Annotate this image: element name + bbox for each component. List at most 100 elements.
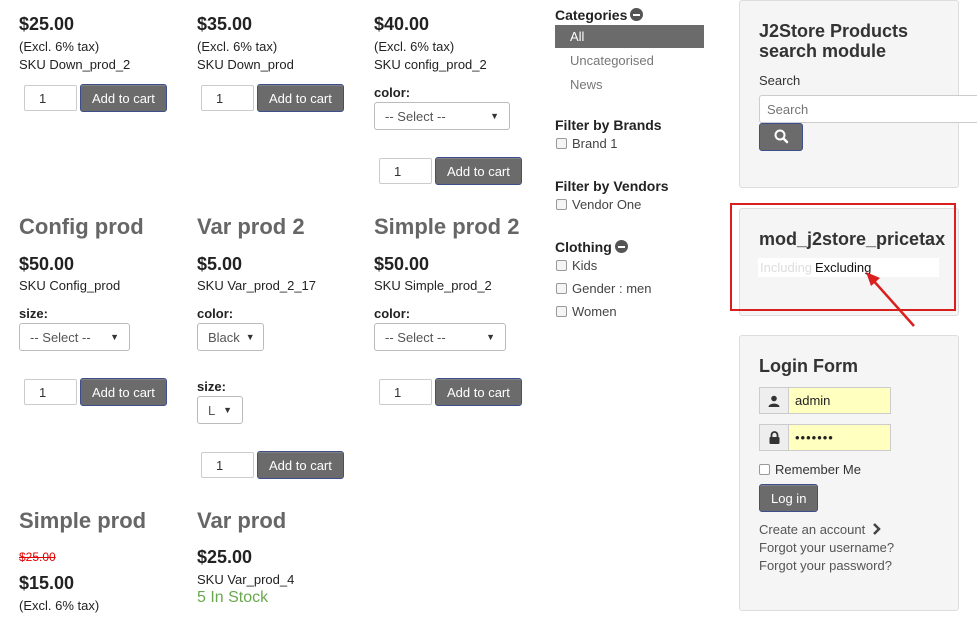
quantity-input[interactable]: [24, 85, 77, 111]
category-item-news[interactable]: News: [570, 77, 603, 92]
module-title: J2Store Products search module: [759, 21, 909, 61]
option-label: size:: [197, 379, 226, 394]
chevron-down-icon: ▼: [245, 332, 255, 342]
product-title[interactable]: Simple prod: [19, 508, 146, 534]
chevron-right-icon: [872, 523, 881, 535]
select-value: Black: [208, 329, 240, 345]
search-button[interactable]: [759, 123, 803, 151]
highlight-box: [730, 203, 956, 311]
select-value: -- Select --: [385, 108, 446, 124]
color-select[interactable]: -- Select -- ▼: [374, 102, 510, 130]
product-title[interactable]: Var prod 2: [197, 214, 305, 240]
stock-status: 5 In Stock: [197, 589, 269, 606]
add-to-cart-button[interactable]: Add to cart: [435, 378, 522, 406]
select-value: -- Select --: [30, 329, 91, 345]
forgot-password-link[interactable]: Forgot your password?: [759, 558, 892, 573]
search-input[interactable]: [759, 95, 977, 123]
quantity-input[interactable]: [24, 379, 77, 405]
clothing-label: Women: [572, 304, 617, 319]
product-price: $15.00: [19, 573, 75, 593]
chevron-down-icon: ▼: [486, 332, 495, 342]
vendor-filter[interactable]: Vendor One: [556, 197, 641, 212]
add-to-cart-button[interactable]: Add to cart: [80, 378, 167, 406]
color-select[interactable]: -- Select -- ▼: [374, 323, 506, 351]
product-sku: SKU Var_prod_4: [197, 572, 295, 587]
quantity-input[interactable]: [379, 158, 432, 184]
product-price: $40.00: [374, 14, 430, 34]
collapse-icon[interactable]: [630, 8, 644, 21]
product-price: $50.00: [19, 254, 75, 274]
login-button[interactable]: Log in: [759, 484, 819, 512]
remember-me[interactable]: Remember Me: [759, 462, 861, 477]
forgot-username-link[interactable]: Forgot your username?: [759, 540, 894, 555]
option-label: color:: [197, 306, 234, 321]
vendor-label: Vendor One: [572, 197, 642, 212]
brand-filter[interactable]: Brand 1: [556, 136, 618, 151]
tax-note: (Excl. 6% tax): [19, 598, 100, 613]
quantity-input[interactable]: [201, 85, 254, 111]
create-account-link[interactable]: Create an account: [759, 522, 882, 537]
add-to-cart-button[interactable]: Add to cart: [257, 84, 344, 112]
checkbox[interactable]: [556, 138, 567, 149]
product-sku: SKU Down_prod_2: [19, 57, 131, 72]
checkbox[interactable]: [556, 260, 567, 271]
lock-icon: [759, 424, 788, 451]
product-price: $25.00: [19, 14, 75, 34]
user-icon: [759, 387, 788, 414]
option-label: size:: [19, 306, 48, 321]
select-value: -- Select --: [385, 329, 446, 345]
remember-label: Remember Me: [775, 462, 861, 477]
category-item-uncategorised[interactable]: Uncategorised: [570, 53, 654, 68]
vendors-heading: Filter by Vendors: [555, 178, 669, 194]
tax-note: (Excl. 6% tax): [374, 39, 455, 54]
clothing-filter-women[interactable]: Women: [556, 304, 617, 319]
product-sku: SKU Var_prod_2_17: [197, 278, 317, 293]
product-price: $50.00: [374, 254, 430, 274]
add-to-cart-button[interactable]: Add to cart: [257, 451, 344, 479]
chevron-down-icon: ▼: [223, 405, 232, 415]
color-select[interactable]: Black ▼: [197, 323, 264, 351]
product-price: $5.00: [197, 254, 243, 274]
clothing-label: Gender : men: [572, 281, 652, 296]
including-option[interactable]: Including: [760, 260, 812, 275]
clothing-heading: Clothing: [555, 239, 628, 255]
category-item-all[interactable]: All: [555, 25, 704, 48]
password-field[interactable]: •••••••: [788, 424, 891, 451]
clothing-filter-gender[interactable]: Gender : men: [556, 281, 652, 296]
option-label: color:: [374, 306, 411, 321]
checkbox[interactable]: [556, 283, 567, 294]
checkbox[interactable]: [759, 464, 770, 475]
product-title[interactable]: Var prod: [197, 508, 286, 534]
quantity-input[interactable]: [379, 379, 432, 405]
old-price: $25.00: [19, 550, 56, 564]
search-label: Search: [759, 73, 801, 88]
brand-label: Brand 1: [572, 136, 618, 151]
tax-note: (Excl. 6% tax): [19, 39, 100, 54]
product-sku: SKU Down_prod: [197, 57, 294, 72]
collapse-icon[interactable]: [614, 240, 628, 253]
checkbox[interactable]: [556, 306, 567, 317]
username-field[interactable]: admin: [788, 387, 891, 414]
size-select[interactable]: -- Select -- ▼: [19, 323, 130, 351]
brands-heading: Filter by Brands: [555, 117, 662, 133]
quantity-input[interactable]: [201, 452, 254, 478]
categories-heading: Categories: [555, 7, 644, 23]
product-title[interactable]: Simple prod 2: [374, 214, 519, 240]
product-price: $25.00: [197, 547, 253, 567]
product-sku: SKU Simple_prod_2: [374, 278, 492, 293]
search-module: J2Store Products search module Search: [739, 0, 977, 188]
module-title: mod_j2store_pricetax: [759, 229, 946, 249]
search-icon: [774, 129, 789, 144]
checkbox[interactable]: [556, 199, 567, 210]
tax-note: (Excl. 6% tax): [197, 39, 278, 54]
add-to-cart-button[interactable]: Add to cart: [80, 84, 167, 112]
product-sku: SKU Config_prod: [19, 278, 121, 293]
option-label: color:: [374, 85, 411, 100]
add-to-cart-button[interactable]: Add to cart: [435, 157, 522, 185]
category-label: All: [570, 29, 585, 44]
product-title[interactable]: Config prod: [19, 214, 144, 240]
clothing-filter-kids[interactable]: Kids: [556, 258, 597, 273]
login-module: Login Form admin ••••••• Remember Me Log…: [739, 335, 959, 611]
size-select[interactable]: L ▼: [197, 396, 243, 424]
clothing-label: Kids: [572, 258, 598, 273]
